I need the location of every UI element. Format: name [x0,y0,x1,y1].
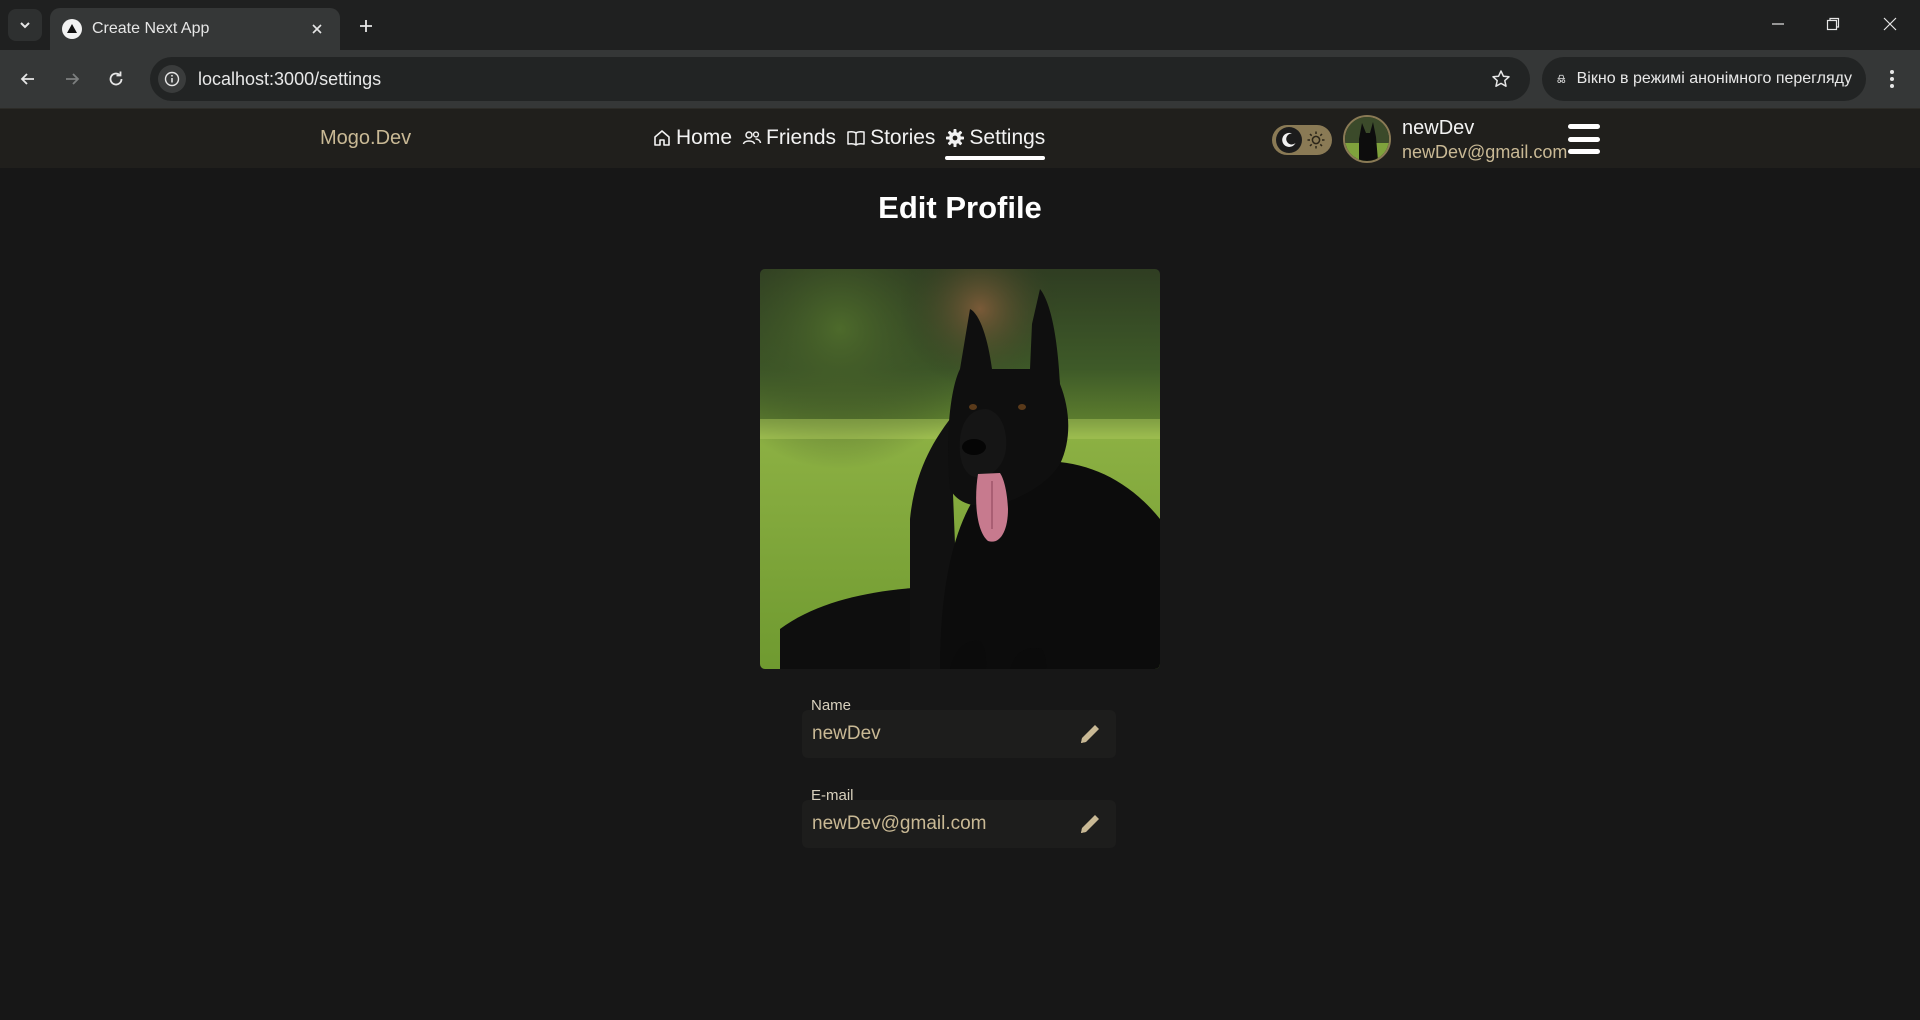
avatar[interactable] [1343,115,1391,163]
sun-icon [1304,128,1328,152]
home-icon [654,130,670,146]
theme-toggle[interactable] [1272,125,1332,155]
edit-name-button[interactable] [1074,718,1106,750]
minimize-icon [1772,23,1784,25]
email-field[interactable]: newDev@gmail.com [802,800,1116,848]
user-email: newDev@gmail.com [1402,142,1568,162]
nav-item-friends[interactable]: Friends [742,126,836,154]
forward-button[interactable] [56,63,88,95]
browser-toolbar: localhost:3000/settings Вікно в режимі а… [0,50,1920,108]
email-value[interactable]: newDev@gmail.com [812,813,1074,835]
nav-item-home[interactable]: Home [652,126,732,154]
arrow-right-icon [66,73,80,85]
address-bar[interactable]: localhost:3000/settings [150,57,1530,101]
tab-title: Create Next App [92,20,210,37]
chevron-down-icon [20,22,30,29]
user-name: newDev [1402,117,1475,139]
menu-button[interactable] [1568,122,1600,156]
url-text[interactable]: localhost:3000/settings [198,69,1486,90]
reload-icon [109,71,123,86]
nav-item-settings[interactable]: Settings [945,126,1046,160]
minimize-button[interactable] [1758,8,1798,40]
browser-tabstrip: Create Next App [0,0,1920,50]
arrow-left-icon [20,73,34,85]
name-field[interactable]: newDev [802,710,1116,758]
plus-icon [360,20,372,32]
main-nav: Home Friends Stories Settings [652,126,1046,160]
nav-item-stories[interactable]: Stories [846,126,935,154]
users-icon [742,131,762,145]
pencil-icon [1081,815,1099,833]
incognito-icon [1557,74,1566,83]
close-window-button[interactable] [1870,8,1910,40]
app-header: Mogo.Dev Home Friends Stories Settings n… [0,108,1920,168]
moon-icon [1276,127,1302,153]
restore-icon [1826,17,1840,31]
browser-menu-button[interactable] [1878,63,1906,95]
hamburger-line [1568,124,1600,129]
incognito-indicator[interactable]: Вікно в режимі анонімного перегляду [1542,57,1866,101]
new-tab-button[interactable] [352,12,380,40]
profile-photo[interactable] [760,269,1160,669]
browser-tab[interactable]: Create Next App [50,8,340,50]
page-title: Edit Profile [878,190,1042,225]
book-icon [847,130,865,146]
bookmark-star-icon[interactable] [1486,64,1516,94]
nav-label-settings: Settings [969,126,1046,149]
nav-label-home: Home [676,126,733,149]
tab-close-icon[interactable] [306,18,328,40]
edit-email-button[interactable] [1074,808,1106,840]
back-button[interactable] [12,63,44,95]
tab-search-button[interactable] [8,9,42,41]
reload-button[interactable] [100,63,132,95]
close-icon [1883,17,1897,31]
nextjs-favicon-icon [62,19,82,39]
restore-button[interactable] [1813,8,1853,40]
nav-label-stories: Stories [870,126,936,149]
incognito-label: Вікно в режимі анонімного перегляду [1576,70,1852,87]
hamburger-line [1568,149,1600,154]
more-vertical-icon [1890,70,1894,88]
pencil-icon [1081,725,1099,743]
hamburger-line [1568,136,1600,142]
name-value[interactable]: newDev [812,723,1074,745]
nav-label-friends: Friends [766,126,837,149]
gear-icon [946,129,965,147]
site-logo[interactable]: Mogo.Dev [320,127,411,150]
site-info-icon[interactable] [158,65,186,93]
